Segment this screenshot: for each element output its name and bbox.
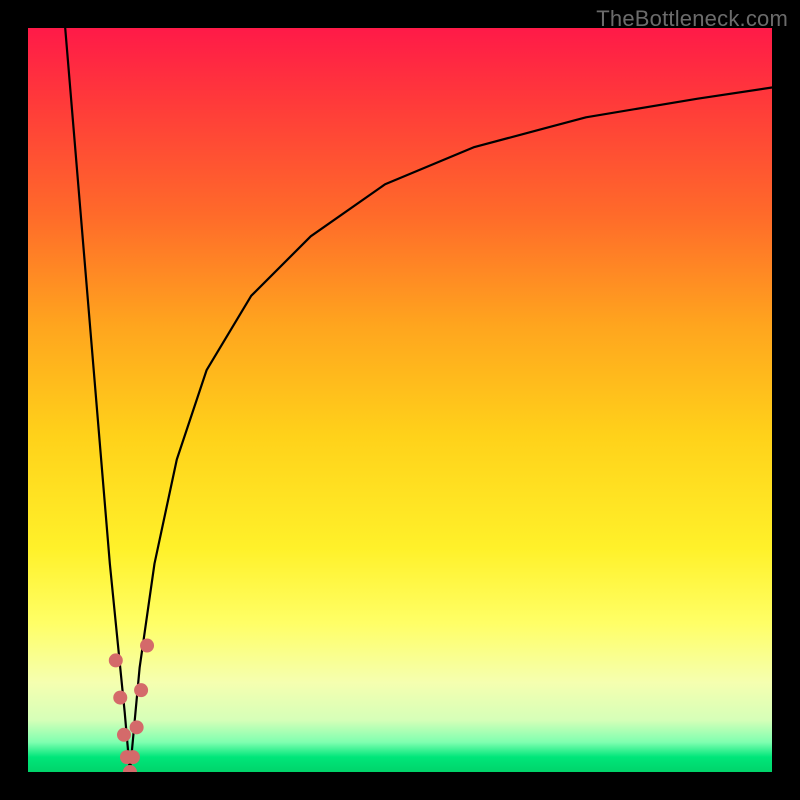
marker-point	[126, 750, 140, 764]
chart-frame: TheBottleneck.com	[0, 0, 800, 800]
curves-svg	[28, 28, 772, 772]
marker-point	[130, 720, 144, 734]
marker-group	[109, 639, 154, 772]
marker-point	[117, 728, 131, 742]
bottleneck-curve-right-branch	[130, 88, 772, 772]
plot-area	[28, 28, 772, 772]
marker-point	[113, 691, 127, 705]
marker-point	[140, 639, 154, 653]
marker-point	[123, 765, 137, 772]
marker-point	[134, 683, 148, 697]
marker-point	[109, 653, 123, 667]
watermark-text: TheBottleneck.com	[596, 6, 788, 32]
